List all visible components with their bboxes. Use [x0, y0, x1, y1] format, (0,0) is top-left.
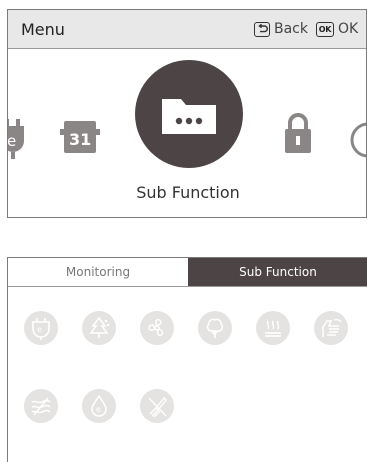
calendar-day: 31 — [69, 130, 91, 149]
tab-sub-function[interactable]: Sub Function — [188, 258, 367, 286]
back-label: Back — [274, 21, 308, 37]
sub-function-selected[interactable] — [135, 60, 243, 168]
anti-allergy-icon[interactable] — [24, 389, 58, 423]
heater-icon[interactable] — [256, 311, 290, 345]
drop-letter: e — [96, 405, 101, 414]
svg-text:e: e — [37, 325, 42, 334]
brush-clean-icon[interactable] — [140, 389, 174, 423]
ok-label: OK — [338, 21, 359, 37]
back-button[interactable]: Back — [254, 21, 308, 37]
back-key-icon — [254, 21, 270, 37]
sub-function-panel: Monitoring Sub Function e e — [7, 257, 367, 462]
lock-icon[interactable] — [283, 112, 313, 158]
energy-plug-icon[interactable]: e — [24, 311, 58, 345]
tab-bar: Monitoring Sub Function — [8, 258, 367, 287]
energy-plug-icon[interactable]: e — [7, 119, 28, 163]
ok-button[interactable]: OK OK — [316, 21, 358, 37]
tab-monitoring[interactable]: Monitoring — [8, 258, 188, 286]
menu-header: Menu Back OK OK — [8, 10, 366, 49]
ok-key-icon: OK — [316, 21, 334, 37]
menu-title: Menu — [21, 20, 65, 39]
hand-airflow-icon[interactable] — [314, 311, 348, 345]
calendar-icon[interactable]: 31 — [60, 119, 100, 159]
menu-panel: Menu Back OK OK e 31 Sub Function — [7, 9, 367, 218]
selected-menu-label: Sub Function — [136, 183, 240, 202]
timer-icon[interactable] — [348, 118, 366, 162]
water-drop-icon[interactable]: e — [82, 389, 116, 423]
energy-letter: e — [7, 132, 16, 150]
fan-icon[interactable] — [140, 311, 174, 345]
tree-icon[interactable] — [82, 311, 116, 345]
plant-icon[interactable] — [198, 311, 232, 345]
folder-icon — [162, 99, 216, 134]
